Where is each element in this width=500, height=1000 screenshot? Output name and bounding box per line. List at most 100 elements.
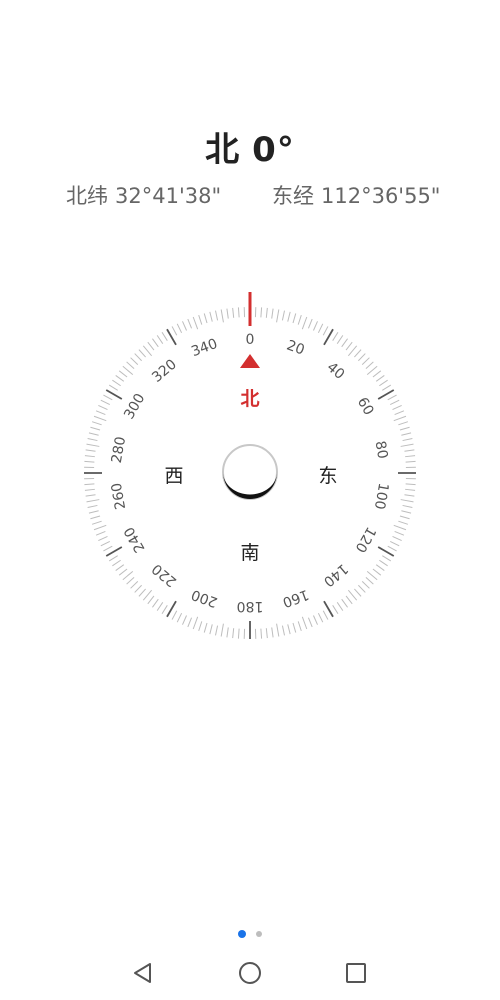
dial-tick [271, 308, 274, 319]
dial-tick [138, 588, 146, 597]
dial-tick [405, 455, 416, 458]
page-dot-1[interactable] [238, 929, 246, 938]
dial-tick [276, 309, 280, 323]
dial-tick [260, 307, 263, 318]
dial-tick [103, 545, 113, 552]
dial-tick [404, 449, 415, 452]
dial-tick [361, 357, 370, 365]
dial-tick [134, 353, 142, 362]
dial-tick [84, 455, 95, 458]
dial-degree-label: 0 [246, 332, 255, 348]
compass-screen: 北 0° 北纬 32°41'38" 东经 112°36'55" 0 20 40 60 80 10… [0, 0, 500, 1000]
dial-tick [400, 499, 414, 503]
page-dot-2[interactable] [256, 930, 262, 937]
dial-degree-label: 220 [149, 560, 180, 589]
dial-tick [354, 588, 362, 597]
dial-tick [301, 616, 308, 630]
back-triangle-icon [134, 962, 151, 983]
nav-recent-button[interactable] [326, 950, 386, 995]
dial-tick [365, 361, 374, 369]
dial-degree-label: 320 [149, 356, 180, 385]
dial-tick [401, 432, 412, 436]
dial-tick [171, 610, 178, 620]
dial-tick [226, 627, 229, 638]
dial-tick [115, 564, 125, 571]
dial-tick [87, 438, 98, 442]
dial-tick [336, 335, 344, 344]
dial-tick [147, 341, 155, 351]
dial-tick [361, 581, 370, 589]
dial-degree-label: 260 [109, 482, 129, 511]
dial-tick [301, 316, 308, 330]
dial-tick [382, 384, 392, 391]
dial-tick [401, 510, 412, 514]
dial-tick [354, 349, 362, 358]
dial-tick [297, 314, 302, 325]
dial-degree-label: 160 [280, 586, 311, 610]
dial-tick [366, 365, 378, 376]
dial-degree-label: 100 [371, 482, 391, 511]
dial-tick [276, 623, 280, 637]
dial-tick [312, 615, 318, 625]
dial-tick [372, 370, 382, 378]
dial-tick [405, 483, 416, 486]
dial-tick [187, 617, 193, 628]
dial-tick [87, 504, 98, 508]
dial-tick [126, 577, 135, 585]
dial-tick [404, 494, 415, 497]
dial-tick [345, 595, 353, 605]
dial-tick [142, 345, 153, 357]
dial-tick [198, 314, 203, 325]
dial-tick [84, 483, 95, 486]
dial-degree-label: 180 [237, 598, 264, 614]
dial-tick [393, 524, 407, 531]
dial-tick [220, 623, 224, 637]
dial-tick [358, 584, 366, 593]
dial-degree-label: 40 [324, 359, 348, 383]
dial-tick [130, 581, 139, 589]
dial-tick [90, 515, 101, 520]
dial-tick [332, 605, 339, 615]
dial-tick [142, 589, 153, 601]
nav-back-button[interactable] [113, 950, 173, 995]
dial-tick [95, 410, 106, 416]
dial-tick [387, 394, 397, 401]
dial-tick [232, 628, 235, 639]
dial-degree-label: 300 [121, 391, 148, 422]
dial-tick [118, 568, 128, 576]
dial-tick [389, 399, 400, 406]
dial-tick [88, 432, 99, 436]
dial-tick [399, 515, 410, 520]
dial-tick [341, 598, 348, 608]
dial-tick [317, 612, 324, 623]
dial-tick [332, 331, 339, 341]
dial-tick [366, 570, 378, 581]
dial-tick [161, 605, 168, 615]
dial-tick [90, 426, 101, 431]
dial-tick [152, 338, 159, 348]
dial-tick [260, 628, 263, 639]
dial-tick [226, 308, 229, 319]
home-circle-icon [239, 961, 261, 984]
dial-tick [297, 621, 302, 632]
dial-tick [171, 326, 178, 336]
cardinal-north: 北 [240, 388, 259, 410]
system-nav-bar [0, 950, 500, 995]
dial-tick [176, 612, 183, 623]
dial-tick [86, 443, 100, 447]
dial-tick [122, 570, 134, 581]
dial-tick [292, 622, 297, 633]
dial-tick [85, 449, 96, 452]
dial-tick [88, 510, 99, 514]
compass-dial[interactable]: 0 20 40 60 80 100 120140 160 180 200 220240 260 280 3… [0, 0, 500, 1000]
dial-tick [312, 321, 318, 331]
dial-tick [393, 415, 407, 422]
nav-home-button[interactable] [220, 950, 280, 995]
dial-tick [134, 584, 142, 593]
dial-tick [147, 595, 155, 605]
dial-tick [122, 365, 134, 376]
dial-tick [382, 555, 392, 562]
dial-tick [237, 628, 240, 639]
dial-tick [220, 309, 224, 323]
dial-degree-label: 80 [372, 440, 391, 460]
